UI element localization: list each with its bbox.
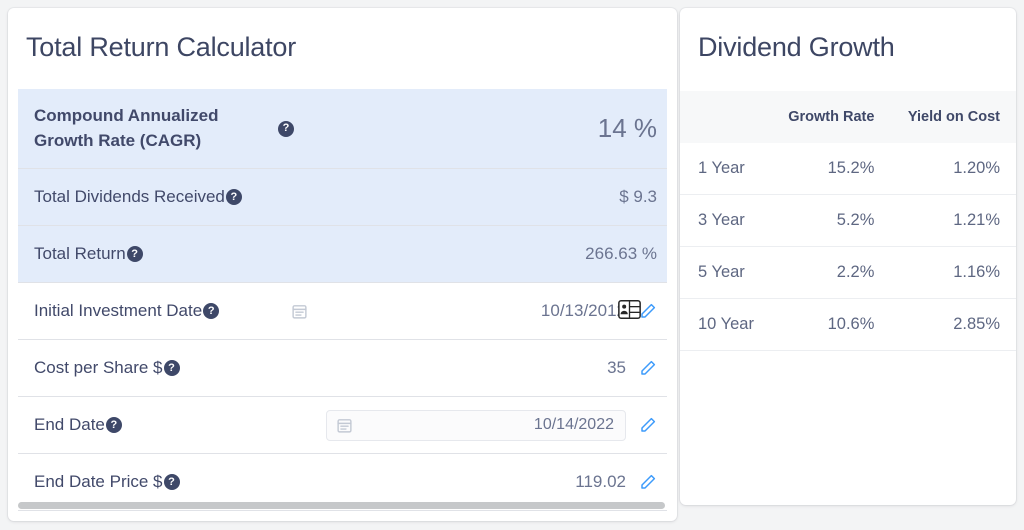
row-end-date: End Date? 10/14/2022 (18, 397, 667, 455)
help-icon[interactable]: ? (105, 417, 122, 434)
row-label-text: Initial Investment Date (34, 300, 203, 320)
cell-yield-on-cost: 1.20% (882, 143, 1016, 196)
row-value-end-date-price[interactable]: 119.02 (575, 472, 626, 492)
row-label-initial-investment-date: Initial Investment Date? (34, 299, 220, 324)
dividend-growth-title: Dividend Growth (698, 32, 895, 62)
horizontal-scrollbar[interactable] (18, 502, 665, 509)
row-value-cost-per-share[interactable]: 35 (607, 358, 626, 378)
row-cost-per-share: Cost per Share $? 35 (18, 340, 667, 398)
horizontal-scrollbar-thumb[interactable] (18, 502, 665, 509)
cell-yield-on-cost: 1.16% (882, 246, 1016, 300)
cell-period: 10 Year (680, 298, 766, 352)
help-icon[interactable]: ? (203, 303, 220, 320)
cell-yield-on-cost: 2.85% (882, 298, 1016, 352)
cell-period: 3 Year (680, 194, 766, 248)
help-icon[interactable]: ? (126, 246, 143, 263)
table-row: 3 Year 5.2% 1.21% (680, 194, 1016, 248)
row-label-end-date: End Date? (34, 413, 122, 438)
cell-growth-rate: 5.2% (766, 194, 883, 248)
table-row: 5 Year 2.2% 1.16% (680, 246, 1016, 300)
row-label-text: Total Dividends Received (34, 186, 225, 206)
row-label-text: Total Return (34, 243, 126, 263)
cell-yield-on-cost: 1.21% (882, 194, 1016, 248)
calendar-icon[interactable] (336, 417, 353, 434)
row-value-total-return: 266.63 % (585, 244, 657, 264)
edit-pencil-icon[interactable] (639, 416, 657, 434)
dividend-growth-table: Growth Rate Yield on Cost 1 Year 15.2% 1… (680, 91, 1016, 352)
column-header-yield-on-cost: Yield on Cost (882, 91, 1016, 144)
table-body: 1 Year 15.2% 1.20% 3 Year 5.2% 1.21% 5 Y… (680, 143, 1016, 352)
row-label-text: End Date (34, 414, 105, 434)
page-title: Total Return Calculator (26, 32, 297, 62)
help-icon[interactable]: ? (278, 120, 294, 137)
edit-pencil-icon[interactable] (639, 302, 657, 320)
row-label-cost-per-share: Cost per Share $? (34, 356, 180, 381)
row-label-end-date-price: End Date Price $? (34, 470, 180, 495)
row-initial-investment-date: Initial Investment Date? 10/13/2012 (18, 283, 667, 341)
dividend-growth-panel: Dividend Growth Growth Rate Yield on Cos… (680, 8, 1016, 505)
total-return-calculator-panel: Total Return Calculator Compound Annuali… (8, 8, 677, 521)
table-row: 10 Year 10.6% 2.85% (680, 298, 1016, 352)
row-total-return: Total Return? 266.63 % (18, 226, 667, 284)
row-label-text: Compound Annualized Growth Rate (CAGR) (34, 105, 219, 150)
row-value-initial-investment-date: 10/13/2012 (540, 301, 626, 321)
column-header-period (680, 91, 766, 144)
table-header-row: Growth Rate Yield on Cost (680, 91, 1016, 144)
row-label-text: Cost per Share $ (34, 357, 163, 377)
row-label-cagr: Compound Annualized Growth Rate (CAGR)? (34, 104, 294, 153)
help-icon[interactable]: ? (225, 189, 242, 206)
cell-period: 1 Year (680, 143, 766, 196)
edit-pencil-icon[interactable] (639, 359, 657, 377)
row-label-total-return: Total Return? (34, 242, 143, 267)
cell-growth-rate: 2.2% (766, 246, 883, 300)
row-value-cagr: 14 % (597, 113, 657, 144)
end-date-value[interactable]: 10/14/2022 (359, 416, 614, 434)
column-header-growth-rate: Growth Rate (766, 91, 883, 144)
calculator-rows: Compound Annualized Growth Rate (CAGR)? … (8, 89, 677, 512)
row-label-total-dividends-received: Total Dividends Received? (34, 185, 242, 210)
row-value-total-dividends-received: $ 9.3 (619, 187, 657, 207)
row-label-text: End Date Price $ (34, 471, 163, 491)
table-head: Growth Rate Yield on Cost (680, 91, 1016, 144)
cell-period: 5 Year (680, 246, 766, 300)
table-row: 1 Year 15.2% 1.20% (680, 143, 1016, 196)
help-icon[interactable]: ? (163, 474, 180, 491)
row-cagr: Compound Annualized Growth Rate (CAGR)? … (18, 89, 667, 170)
edit-pencil-icon[interactable] (639, 473, 657, 491)
app-screen: Total Return Calculator Compound Annuali… (0, 0, 1024, 530)
row-total-dividends-received: Total Dividends Received? $ 9.3 (18, 169, 667, 227)
cell-growth-rate: 10.6% (766, 298, 883, 352)
cell-growth-rate: 15.2% (766, 143, 883, 196)
help-icon[interactable]: ? (163, 360, 180, 377)
end-date-input[interactable]: 10/14/2022 (326, 409, 626, 441)
calendar-icon[interactable] (291, 303, 308, 320)
